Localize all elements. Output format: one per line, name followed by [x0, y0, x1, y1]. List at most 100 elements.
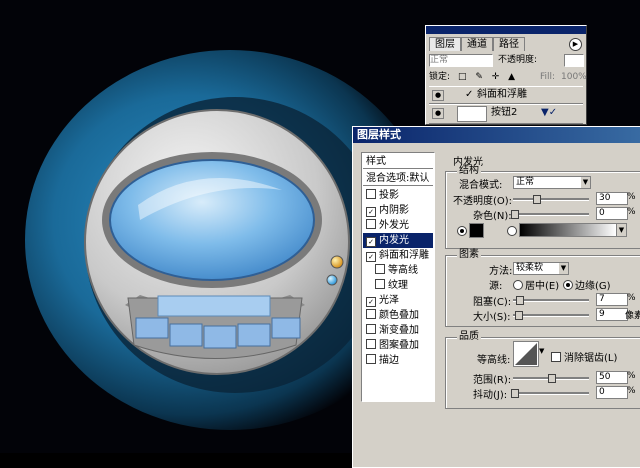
- jitter-slider[interactable]: [513, 392, 589, 395]
- style-item-stroke[interactable]: 描边: [363, 353, 433, 368]
- layer-style-dialog: 图层样式 样式 混合选项:默认 投影 ✓ 内阴影 外发光 ✓ 内发光 ✓ 斜面和浮雕 …: [352, 126, 640, 468]
- style-label: 等高线: [388, 265, 418, 276]
- style-label: 图案叠加: [379, 340, 419, 351]
- jitter-label: 抖动(J):: [473, 390, 508, 401]
- layers-palette-titlebar[interactable]: [426, 26, 586, 34]
- size-field[interactable]: 9: [596, 308, 628, 321]
- contour-label: 等高线:: [477, 355, 511, 366]
- checkbox-icon[interactable]: [366, 309, 376, 319]
- tab-channels[interactable]: 通道: [461, 37, 493, 51]
- choke-slider[interactable]: [513, 299, 589, 302]
- technique-select[interactable]: 较柔软 ▼: [513, 262, 569, 275]
- tab-paths[interactable]: 路径: [493, 37, 525, 51]
- opacity-unit: %: [627, 192, 636, 202]
- style-item-outer-glow[interactable]: 外发光: [363, 218, 433, 233]
- source-center-radio[interactable]: 居中(E): [513, 277, 559, 292]
- style-item-texture[interactable]: 纹理: [363, 278, 433, 293]
- opacity-slider[interactable]: [513, 198, 589, 201]
- lock-icons[interactable]: □ ✎ ✛ ▲: [458, 71, 518, 83]
- checkbox-icon[interactable]: [375, 264, 385, 274]
- gradient-radio[interactable]: [507, 225, 519, 238]
- style-item-satin[interactable]: ✓ 光泽: [363, 293, 433, 308]
- noise-field[interactable]: 0: [596, 207, 628, 220]
- layer-thumbnail: [457, 106, 487, 122]
- style-item-gradient-overlay[interactable]: 渐变叠加: [363, 323, 433, 338]
- layer-opacity-field[interactable]: [564, 54, 584, 67]
- key-4: [237, 323, 271, 347]
- checkbox-icon[interactable]: ✓: [366, 252, 376, 262]
- source-label: 源:: [489, 281, 503, 292]
- source-center-label: 居中(E): [525, 281, 560, 292]
- checkbox-icon[interactable]: ✓: [366, 207, 376, 217]
- style-item-contour[interactable]: 等高线: [363, 263, 433, 278]
- layer-blend-mode-select[interactable]: 正常: [429, 54, 493, 67]
- palette-menu-icon[interactable]: ▶: [569, 38, 582, 51]
- checkbox-icon[interactable]: [366, 324, 376, 334]
- range-slider-thumb[interactable]: [548, 374, 556, 383]
- choke-field[interactable]: 7: [596, 293, 628, 306]
- opacity-label: 不透明度(O):: [453, 196, 513, 207]
- layer-row-button2[interactable]: ● 按钮2 ▼✓: [429, 104, 583, 124]
- jitter-field[interactable]: 0: [596, 386, 628, 399]
- size-unit: 像素: [625, 311, 640, 321]
- choke-label: 阻塞(C):: [473, 297, 512, 308]
- eye-icon[interactable]: ●: [432, 90, 444, 101]
- gradient-dropdown-icon[interactable]: ▼: [616, 223, 627, 237]
- glow-color-swatch[interactable]: [469, 223, 484, 238]
- checkbox-icon[interactable]: [375, 279, 385, 289]
- checkbox-icon[interactable]: [366, 219, 376, 229]
- eye-icon[interactable]: ●: [432, 108, 444, 119]
- fx-icon[interactable]: ▼✓: [541, 105, 557, 121]
- checkbox-icon[interactable]: ✓: [366, 297, 376, 307]
- tab-layers[interactable]: 图层: [429, 37, 461, 51]
- structure-label: 结构: [457, 165, 481, 176]
- blend-mode-label: 混合模式:: [459, 180, 503, 191]
- key-2: [169, 323, 203, 347]
- layer-name: 斜面和浮雕: [477, 89, 527, 100]
- lock-label: 锁定:: [429, 72, 451, 82]
- style-label: 内发光: [379, 235, 409, 246]
- blend-options-item[interactable]: 混合选项:默认: [363, 171, 433, 186]
- layer-opacity-label: 不透明度:: [498, 55, 538, 65]
- opacity-field[interactable]: 30: [596, 192, 628, 205]
- range-field[interactable]: 50: [596, 371, 628, 384]
- contour-dropdown-icon[interactable]: ▼: [539, 347, 544, 355]
- style-item-pattern-overlay[interactable]: 图案叠加: [363, 338, 433, 353]
- chevron-down-icon: ▼: [559, 263, 568, 274]
- style-label: 斜面和浮雕: [379, 250, 429, 261]
- size-slider[interactable]: [513, 314, 589, 317]
- style-item-inner-shadow[interactable]: ✓ 内阴影: [363, 203, 433, 218]
- noise-slider[interactable]: [513, 213, 589, 216]
- blend-mode-select[interactable]: 正常 ▼: [513, 176, 591, 189]
- checkbox-icon[interactable]: [366, 189, 376, 199]
- opacity-slider-thumb[interactable]: [533, 195, 541, 204]
- contour-preview[interactable]: [513, 341, 539, 367]
- source-edge-radio[interactable]: 边缘(G): [563, 277, 611, 292]
- styles-list: 样式 混合选项:默认 投影 ✓ 内阴影 外发光 ✓ 内发光 ✓ 斜面和浮雕 等高线 纹…: [361, 152, 435, 402]
- style-label: 渐变叠加: [379, 325, 419, 336]
- fill-value: 100%: [561, 72, 587, 82]
- style-label: 描边: [379, 355, 399, 366]
- elements-label: 图素: [457, 249, 481, 260]
- checkbox-icon[interactable]: ✓: [366, 237, 376, 247]
- noise-slider-thumb[interactable]: [511, 210, 519, 219]
- styles-header[interactable]: 样式: [363, 154, 433, 169]
- choke-unit: %: [627, 293, 636, 303]
- layer-blend-mode-value: 正常: [430, 55, 449, 65]
- color-radio[interactable]: [457, 225, 469, 238]
- jitter-slider-thumb[interactable]: [511, 389, 519, 398]
- gradient-swatch[interactable]: [519, 223, 617, 237]
- style-item-drop-shadow[interactable]: 投影: [363, 188, 433, 203]
- checkbox-icon[interactable]: [366, 354, 376, 364]
- size-slider-thumb[interactable]: [515, 311, 523, 320]
- layer-row-effect[interactable]: ● ✓ 斜面和浮雕: [429, 86, 583, 104]
- dialog-title[interactable]: 图层样式: [353, 127, 640, 143]
- anti-alias-checkbox[interactable]: 消除锯齿(L): [551, 349, 617, 364]
- style-item-bevel-emboss[interactable]: ✓ 斜面和浮雕: [363, 248, 433, 263]
- blue-indicator-shape: [326, 274, 338, 286]
- style-item-color-overlay[interactable]: 颜色叠加: [363, 308, 433, 323]
- style-item-inner-glow[interactable]: ✓ 内发光: [363, 233, 433, 248]
- choke-slider-thumb[interactable]: [516, 296, 524, 305]
- range-label: 范围(R):: [473, 375, 512, 386]
- checkbox-icon[interactable]: [366, 339, 376, 349]
